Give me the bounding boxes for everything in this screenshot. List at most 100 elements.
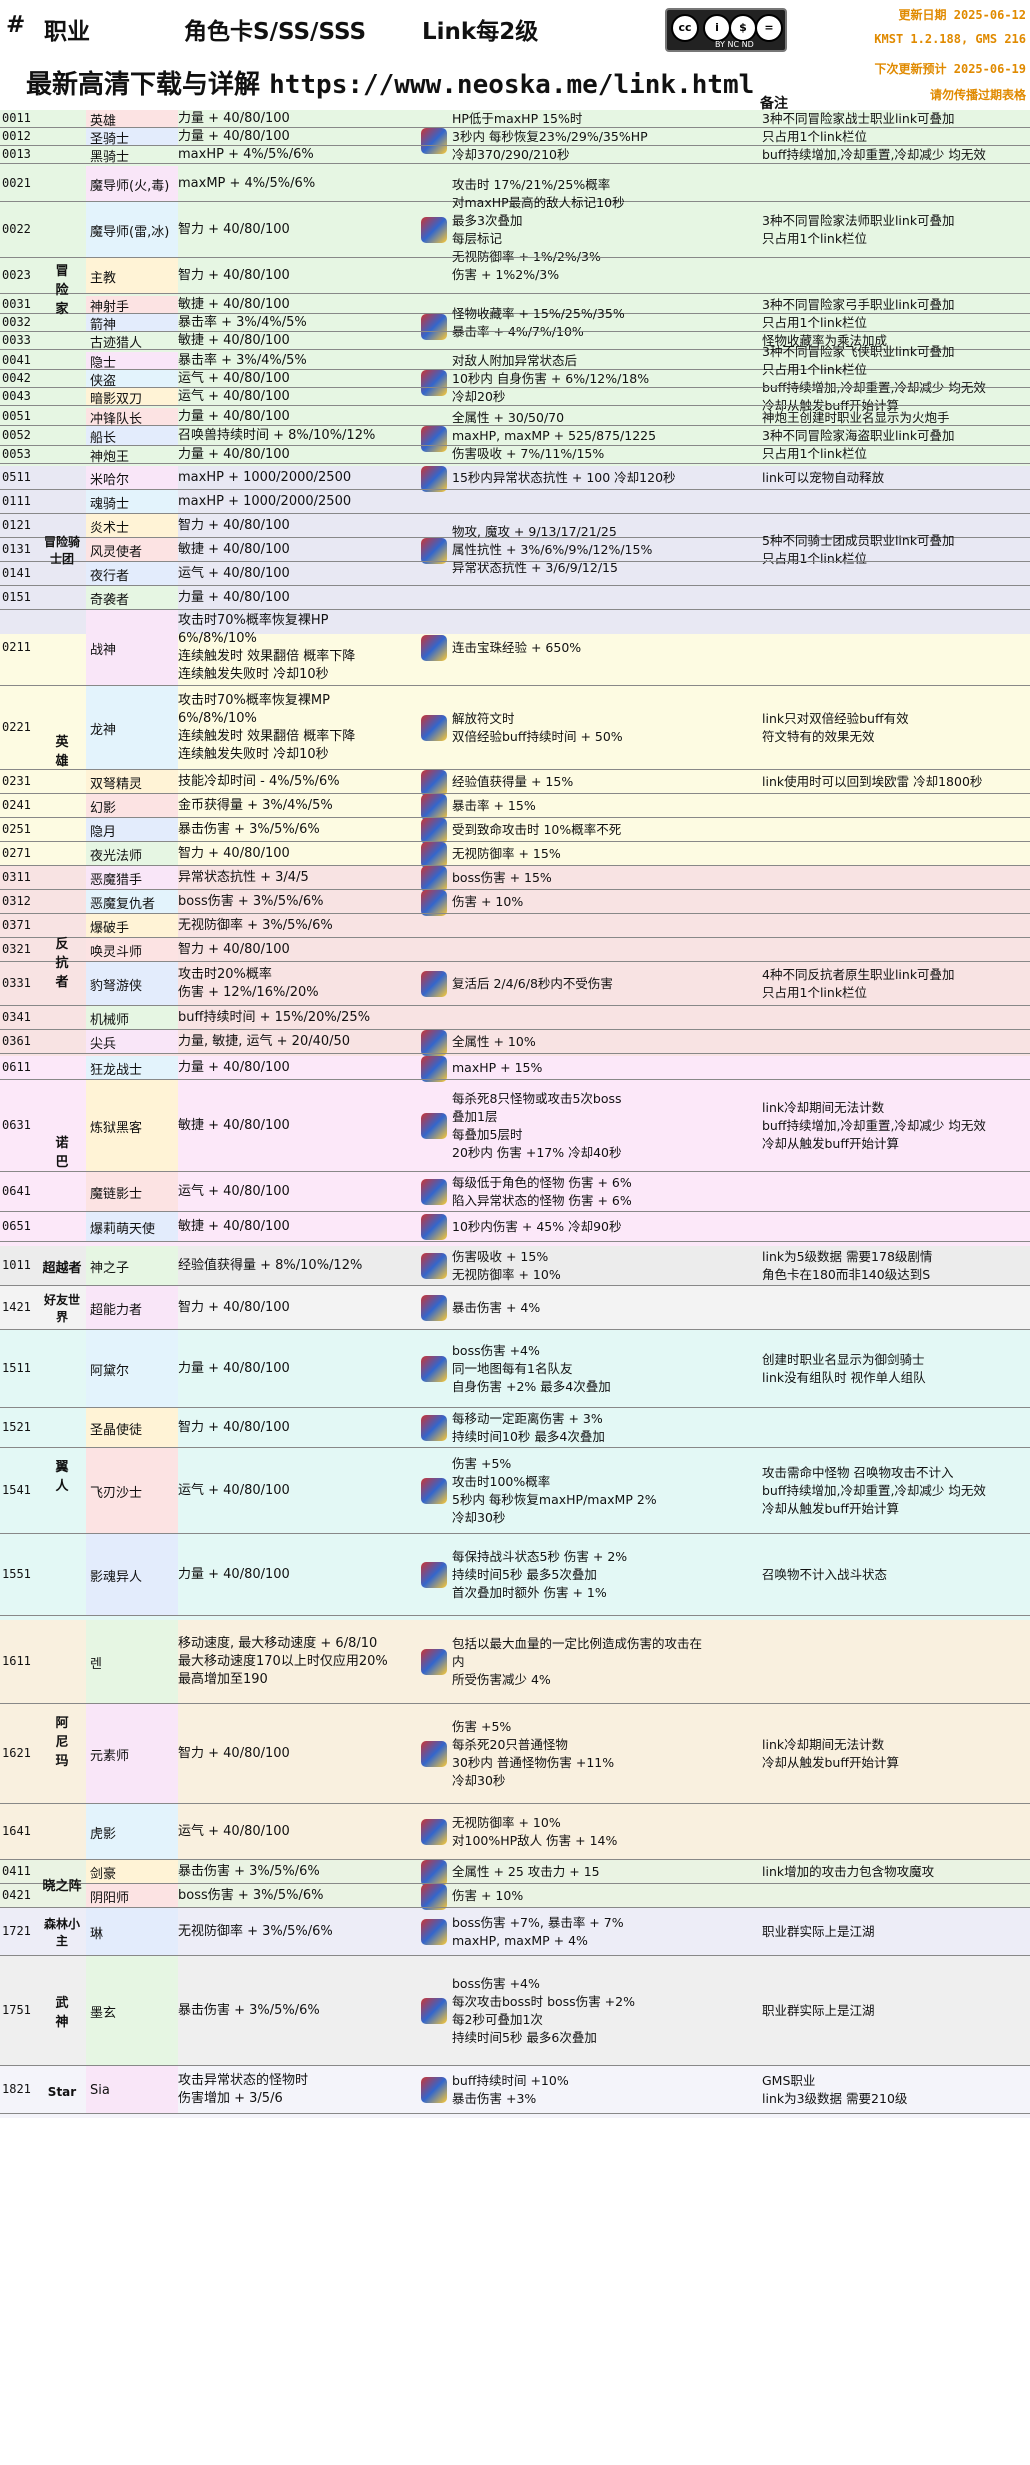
- link-skill-effect: boss伤害 +4% 每次攻击boss时 boss伤害 +2% 每2秒可叠加1次 持续…: [452, 1975, 762, 2047]
- job-code: 0121: [2, 518, 31, 532]
- note-line: link为3级数据 需要210级: [762, 2091, 908, 2106]
- job-code: 1721: [2, 1924, 31, 1938]
- cc-icon: cc: [671, 14, 699, 42]
- job-name: 暗影双刀: [86, 388, 178, 407]
- job-name: 豹弩游侠: [86, 962, 178, 1006]
- note: 攻击需命中怪物 召唤物攻击不计入 buff持续增加,冷却重置,冷却减少 均无效 冷却…: [762, 1464, 1028, 1518]
- character-card-effect: 暴击率 + 3%/4%/5%: [178, 352, 418, 370]
- skill-line: 每移动一定距离伤害 + 3%: [452, 1411, 603, 1426]
- table-row: 1521 圣晶使徒 智力 + 40/80/100 每移动一定距离伤害 + 3% 持续时间…: [0, 1408, 1030, 1448]
- skill-line: 全属性 + 25 攻击力 + 15: [452, 1864, 600, 1879]
- skill-line: 属性抗性 + 3%/6%/9%/12%/15%: [452, 542, 653, 557]
- skill-line: 每叠加5层时: [452, 1127, 523, 1142]
- table-row: 1621 元素师 智力 + 40/80/100 伤害 +5% 每杀死20只普通怪物 30秒…: [0, 1704, 1030, 1804]
- note-line: 冷却从触发buff开始计算: [762, 1136, 899, 1151]
- job-name: 战神: [86, 610, 178, 686]
- cc-license-badge: cc i $ = BY NC ND: [665, 8, 787, 52]
- job-name: 恶魔猎手: [86, 866, 178, 890]
- skill-line: 伤害 + 10%: [452, 1888, 524, 1903]
- effect-line: 连续触发失败时 冷却10秒: [178, 747, 329, 762]
- note-line: 创建时职业名显示为御剑骑士: [762, 1352, 925, 1367]
- nc-icon: $: [729, 14, 757, 42]
- job-name: 虎影: [86, 1804, 178, 1860]
- job-code: 0111: [2, 494, 31, 508]
- table-row: 0111 魂骑士 maxHP + 1000/2000/2500: [0, 490, 1030, 514]
- job-name: 隐士: [86, 352, 178, 371]
- note-line: 符文特有的效果无效: [762, 729, 875, 744]
- table-row: 1421 超能力者 智力 + 40/80/100 暴击伤害 + 4%: [0, 1286, 1030, 1330]
- effect-line: 智力 + 40/80/100: [178, 1746, 290, 1761]
- character-card-effect: 力量 + 40/80/100: [178, 446, 418, 464]
- skill-line: 暴击伤害 +3%: [452, 2091, 537, 2106]
- download-link[interactable]: https://www.neoska.me/link.html: [269, 70, 754, 100]
- note-line: link冷却期间无法计数: [762, 1737, 885, 1752]
- effect-line: 连续触发时 效果翻倍 概率下降: [178, 649, 356, 664]
- effect-line: 伤害 + 12%/16%/20%: [178, 985, 319, 1000]
- note-line: 冷却从触发buff开始计算: [762, 1755, 899, 1770]
- effect-line: 连续触发时 效果翻倍 概率下降: [178, 729, 356, 744]
- link-skill-icon: [421, 971, 447, 997]
- skill-line: 持续时间5秒 最多6次叠加: [452, 2030, 597, 2045]
- character-card-effect: 攻击异常状态的怪物时 伤害增加 + 3/5/6: [178, 2072, 418, 2108]
- note-line: link可以宠物自动释放: [762, 470, 885, 485]
- job-code: 0341: [2, 1010, 31, 1024]
- link-skill-icon: [421, 1919, 447, 1945]
- character-card-effect: boss伤害 + 3%/5%/6%: [178, 1887, 418, 1905]
- character-card-effect: 力量 + 40/80/100: [178, 1059, 418, 1077]
- effect-line: 敏捷 + 40/80/100: [178, 1118, 290, 1133]
- link-skill-icon: [421, 1998, 447, 2024]
- character-card-effect: 智力 + 40/80/100: [178, 1419, 418, 1437]
- link-skill-effect: 复活后 2/4/6/8秒内不受伤害: [452, 975, 762, 993]
- note-line: link使用时可以回到埃欧雷 冷却1800秒: [762, 774, 983, 789]
- character-card-effect: 力量 + 40/80/100: [178, 1566, 418, 1584]
- job-code: 0221: [2, 720, 31, 734]
- link-skill-icon: [421, 217, 447, 243]
- note-line: 神炮王创建时职业名显示为火炮手: [762, 410, 950, 425]
- skill-line: 怪物收藏率 + 15%/25%/35%: [452, 306, 625, 321]
- link-skill-effect: 伤害 + 10%: [452, 1887, 762, 1905]
- character-card-effect: 敏捷 + 40/80/100: [178, 332, 418, 350]
- skill-line: 冷却30秒: [452, 1510, 506, 1525]
- job-name: Sia: [86, 2066, 178, 2114]
- table-row: 0043 暗影双刀 运气 + 40/80/100: [0, 388, 1030, 407]
- skill-line: 叠加1层: [452, 1109, 498, 1124]
- character-card-effect: 经验值获得量 + 8%/10%/12%: [178, 1257, 418, 1275]
- link-skill-effect: 全属性 + 10%: [452, 1033, 762, 1051]
- table-row: 0053 神炮王 力量 + 40/80/100: [0, 446, 1030, 465]
- table-row: 0032 箭神 暴击率 + 3%/4%/5% 怪物收藏率 + 15%/25%/35% 暴…: [0, 297, 1030, 348]
- skill-line: 无视防御率 + 10%: [452, 1267, 561, 1282]
- job-name: 魔链影士: [86, 1172, 178, 1212]
- job-name: 幻影: [86, 794, 178, 818]
- effect-line: 异常状态抗性 + 3/4/5: [178, 870, 309, 885]
- effect-line: 伤害增加 + 3/5/6: [178, 2091, 283, 2106]
- character-card-effect: 敏捷 + 40/80/100: [178, 1117, 418, 1135]
- skill-line: 所受伤害减少 4%: [452, 1672, 551, 1687]
- skill-line: maxHP, maxMP + 525/875/1225: [452, 428, 657, 443]
- link-skill-effect: 伤害 +5% 攻击时100%概率 5秒内 每秒恢复maxHP/maxMP 2% 冷却3…: [452, 1455, 762, 1527]
- col-link: Link每2级: [422, 19, 539, 45]
- job-name: 阿黛尔: [86, 1330, 178, 1408]
- note-line: 职业群实际上是江湖: [762, 2003, 875, 2018]
- job-name: 魔导师(火,毒): [86, 166, 178, 202]
- job-code: 0611: [2, 1060, 31, 1074]
- effect-line: 经验值获得量 + 8%/10%/12%: [178, 1258, 363, 1273]
- character-card-effect: 智力 + 40/80/100: [178, 221, 418, 239]
- table-row: 1751 墨玄 暴击伤害 + 3%/5%/6% boss伤害 +4% 每次攻击boss时…: [0, 1956, 1030, 2066]
- table-row: 0331 豹弩游侠 攻击时20%概率 伤害 + 12%/16%/20% 复活后 2/4/…: [0, 962, 1030, 1006]
- version: KMST 1.2.188, GMS 216: [874, 32, 1026, 46]
- skill-line: 伤害 +5%: [452, 1456, 512, 1471]
- job-group-label: 晓之阵: [42, 1878, 82, 1894]
- skill-line: 内: [452, 1654, 465, 1669]
- skill-line: HP低于maxHP 15%时: [452, 111, 583, 126]
- effect-line: 运气 + 40/80/100: [178, 1483, 290, 1498]
- job-name: 狂龙战士: [86, 1056, 178, 1080]
- skill-line: 包括以最大血量的一定比例造成伤害的攻击在: [452, 1636, 703, 1651]
- character-card-effect: 智力 + 40/80/100: [178, 1299, 418, 1317]
- skill-line: 每次攻击boss时 boss伤害 +2%: [452, 1994, 635, 2009]
- link-skill-icon: [421, 1113, 447, 1139]
- table-row: 0312 恶魔复仇者 boss伤害 + 3%/5%/6% 伤害 + 10%: [0, 890, 1030, 916]
- job-code: 0012: [2, 129, 31, 143]
- job-code: 1821: [2, 2082, 31, 2096]
- skill-line: 无视防御率 + 15%: [452, 846, 561, 861]
- link-skill-effect: 伤害 +5% 每杀死20只普通怪物 30秒内 普通怪物伤害 +11% 冷却30秒: [452, 1718, 762, 1790]
